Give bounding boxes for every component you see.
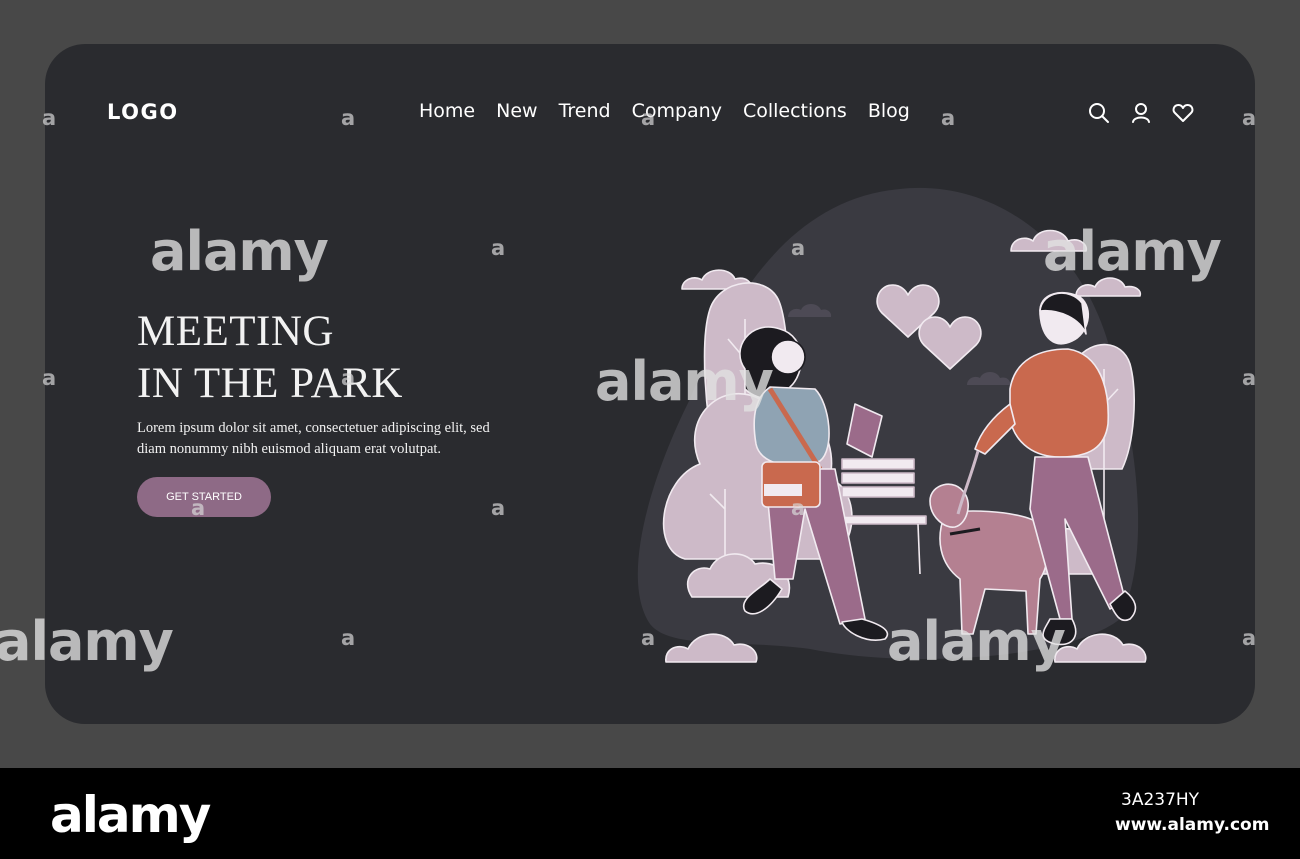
footer-brand-logo: alamy <box>50 786 211 844</box>
watermark-mark: a <box>42 106 57 130</box>
watermark-mark: a <box>641 106 656 130</box>
watermark-mark: a <box>1242 106 1257 130</box>
hero-description-line-2: diam nonummy nibh euismod aliquam erat v… <box>137 441 442 457</box>
watermark-logo: alamy <box>150 220 329 283</box>
watermark-mark: a <box>1242 626 1257 650</box>
watermark-mark: a <box>941 106 956 130</box>
nav-trend[interactable]: Trend <box>559 100 611 122</box>
hero-title-line-1: MEETING <box>137 308 334 355</box>
watermark-logo: alamy <box>887 610 1066 673</box>
nav-new[interactable]: New <box>496 100 537 122</box>
header-icons <box>1087 101 1195 125</box>
watermark-mark: a <box>641 626 656 650</box>
landing-card: LOGO Home New Trend Company Collections … <box>45 44 1255 724</box>
watermark-logo: alamy <box>595 350 774 413</box>
nav-home[interactable]: Home <box>419 100 475 122</box>
heart-icon[interactable] <box>1171 101 1195 125</box>
watermark-logo: alamy <box>0 610 174 673</box>
hero-title-line-2: IN THE PARK <box>137 360 403 407</box>
watermark-mark: a <box>491 496 506 520</box>
footer-url: www.alamy.com <box>1115 815 1270 835</box>
site-logo[interactable]: LOGO <box>107 100 179 124</box>
watermark-mark: a <box>791 496 806 520</box>
watermark-mark: a <box>191 496 206 520</box>
watermark-mark: a <box>491 236 506 260</box>
watermark-mark: a <box>791 236 806 260</box>
nav-blog[interactable]: Blog <box>868 100 910 122</box>
search-icon[interactable] <box>1087 101 1111 125</box>
user-icon[interactable] <box>1129 101 1153 125</box>
main-nav: Home New Trend Company Collections Blog <box>419 100 910 122</box>
watermark-mark: a <box>42 366 57 390</box>
watermark-mark: a <box>341 626 356 650</box>
watermark-mark: a <box>1242 366 1257 390</box>
hero-description: Lorem ipsum dolor sit amet, consectetuer… <box>137 418 527 460</box>
watermark-logo: alamy <box>1043 220 1222 283</box>
footer-image-id: 3A237HY <box>1121 790 1200 810</box>
hero-description-line-1: Lorem ipsum dolor sit amet, consectetuer… <box>137 420 490 436</box>
nav-collections[interactable]: Collections <box>743 100 847 122</box>
hero-title: MEETING IN THE PARK <box>137 306 403 410</box>
stock-footer-bar: alamy 3A237HY www.alamy.com <box>0 768 1300 859</box>
watermark-mark: a <box>341 106 356 130</box>
watermark-mark: a <box>341 366 356 390</box>
